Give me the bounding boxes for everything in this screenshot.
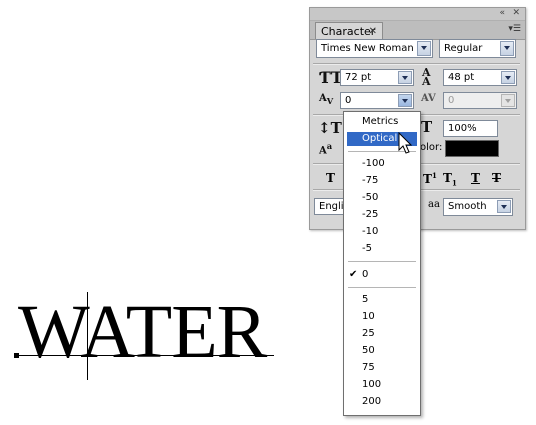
option-value[interactable]: 50 — [362, 344, 375, 358]
kerning-value: 0 — [345, 95, 352, 106]
horizontal-scale-field[interactable]: 100% — [443, 120, 498, 137]
underline-icon[interactable]: T — [471, 171, 480, 185]
chevron-down-icon[interactable] — [497, 200, 511, 213]
tab-character[interactable]: Character ✕ — [315, 22, 383, 39]
strikethrough-icon[interactable]: T — [492, 171, 501, 185]
tracking-field[interactable]: 0 — [443, 92, 517, 109]
checkmark-icon: ✔ — [349, 269, 358, 280]
faux-bold-icon[interactable]: T — [326, 171, 335, 185]
horizontal-scale-value: 100% — [448, 123, 477, 134]
font-style-select[interactable]: Regular — [439, 39, 516, 58]
vertical-scale-icon: ↕T — [318, 119, 342, 137]
leading-field[interactable]: 48 pt — [443, 69, 517, 86]
collapse-icon[interactable]: « — [499, 9, 505, 18]
chevron-down-icon[interactable] — [398, 94, 412, 107]
color-swatch[interactable] — [445, 140, 499, 157]
antialias-value: Smooth — [448, 201, 487, 212]
chevron-down-icon[interactable] — [398, 71, 412, 84]
antialias-select[interactable]: Smooth — [443, 198, 513, 216]
option-value[interactable]: -50 — [362, 191, 378, 205]
baseline-shift-icon: Aa — [319, 141, 333, 157]
subscript-icon[interactable]: T1 — [443, 171, 457, 187]
panel-tab-row: Character ✕ — [310, 21, 525, 40]
divider — [348, 287, 416, 288]
option-value[interactable]: 100 — [362, 378, 381, 392]
option-zero[interactable]: 0 — [362, 268, 368, 282]
option-value[interactable]: 75 — [362, 361, 375, 375]
font-family-value: Times New Roman — [321, 43, 414, 54]
tracking-icon: AV — [421, 93, 436, 104]
option-value[interactable]: 5 — [362, 293, 368, 307]
leading-icon: AA — [422, 66, 431, 88]
option-value[interactable]: -10 — [362, 225, 378, 239]
tracking-value: 0 — [448, 95, 455, 106]
option-value[interactable]: 25 — [362, 327, 375, 341]
option-value[interactable]: -75 — [362, 174, 378, 188]
text-baseline — [16, 355, 274, 356]
superscript-icon[interactable]: T1 — [423, 171, 437, 186]
tab-character-label: Character — [321, 25, 376, 38]
panel-titlebar[interactable]: « ✕ — [310, 8, 525, 21]
panel-menu-icon[interactable]: ▾☰ — [508, 24, 521, 34]
antialias-icon: aa — [428, 199, 440, 210]
text-insertion-cursor — [87, 292, 88, 380]
kerning-icon: AV — [319, 93, 334, 106]
option-value[interactable]: -25 — [362, 208, 378, 222]
color-label: olor: — [420, 142, 443, 153]
divider — [348, 261, 416, 262]
font-size-value: 72 pt — [345, 72, 372, 83]
option-value[interactable]: -100 — [362, 157, 385, 171]
horizontal-scale-icon: T — [421, 118, 433, 136]
canvas-word: WATER — [18, 290, 267, 374]
divider — [313, 63, 520, 65]
chevron-down-icon[interactable] — [501, 71, 515, 84]
option-value[interactable]: 10 — [362, 310, 375, 324]
chevron-down-icon[interactable] — [501, 94, 515, 107]
baseline-anchor — [14, 353, 19, 358]
kerning-dropdown-list: Metrics Optical -100 -75 -50 -25 -10 -5 … — [343, 111, 421, 416]
kerning-field[interactable]: 0 — [340, 92, 414, 109]
font-style-value: Regular — [444, 43, 483, 54]
font-size-field[interactable]: 72 pt — [340, 69, 414, 86]
option-value[interactable]: 200 — [362, 395, 381, 409]
close-panel-icon[interactable]: ✕ — [512, 9, 520, 18]
close-tab-icon[interactable]: ✕ — [369, 23, 377, 40]
mouse-pointer-icon — [398, 132, 413, 154]
option-metrics[interactable]: Metrics — [362, 115, 398, 129]
leading-value: 48 pt — [448, 72, 475, 83]
option-value[interactable]: -5 — [362, 242, 372, 256]
chevron-down-icon[interactable] — [417, 41, 431, 56]
font-family-select[interactable]: Times New Roman — [316, 39, 433, 58]
chevron-down-icon[interactable] — [500, 41, 514, 56]
